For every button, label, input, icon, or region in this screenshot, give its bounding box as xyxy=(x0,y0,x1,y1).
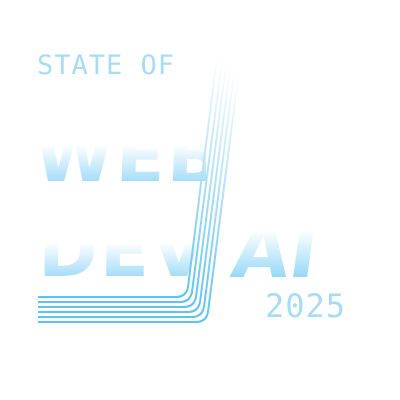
logo-word-web: WEB xyxy=(33,115,225,199)
state-of-webdev-ai-logo: STATE OF WEB DEV AI 2025 xyxy=(0,0,400,400)
svg-text:DEV: DEV xyxy=(38,209,209,293)
logo-graphic: WEB DEV AI xyxy=(33,56,324,323)
logo-word-ai: AI xyxy=(227,208,324,295)
svg-text:AI: AI xyxy=(227,208,324,295)
logo-word-dev: DEV xyxy=(38,209,209,293)
logo-year-text: 2025 xyxy=(265,287,347,325)
logo-track-lines xyxy=(38,56,239,323)
svg-text:WEB: WEB xyxy=(33,115,225,199)
